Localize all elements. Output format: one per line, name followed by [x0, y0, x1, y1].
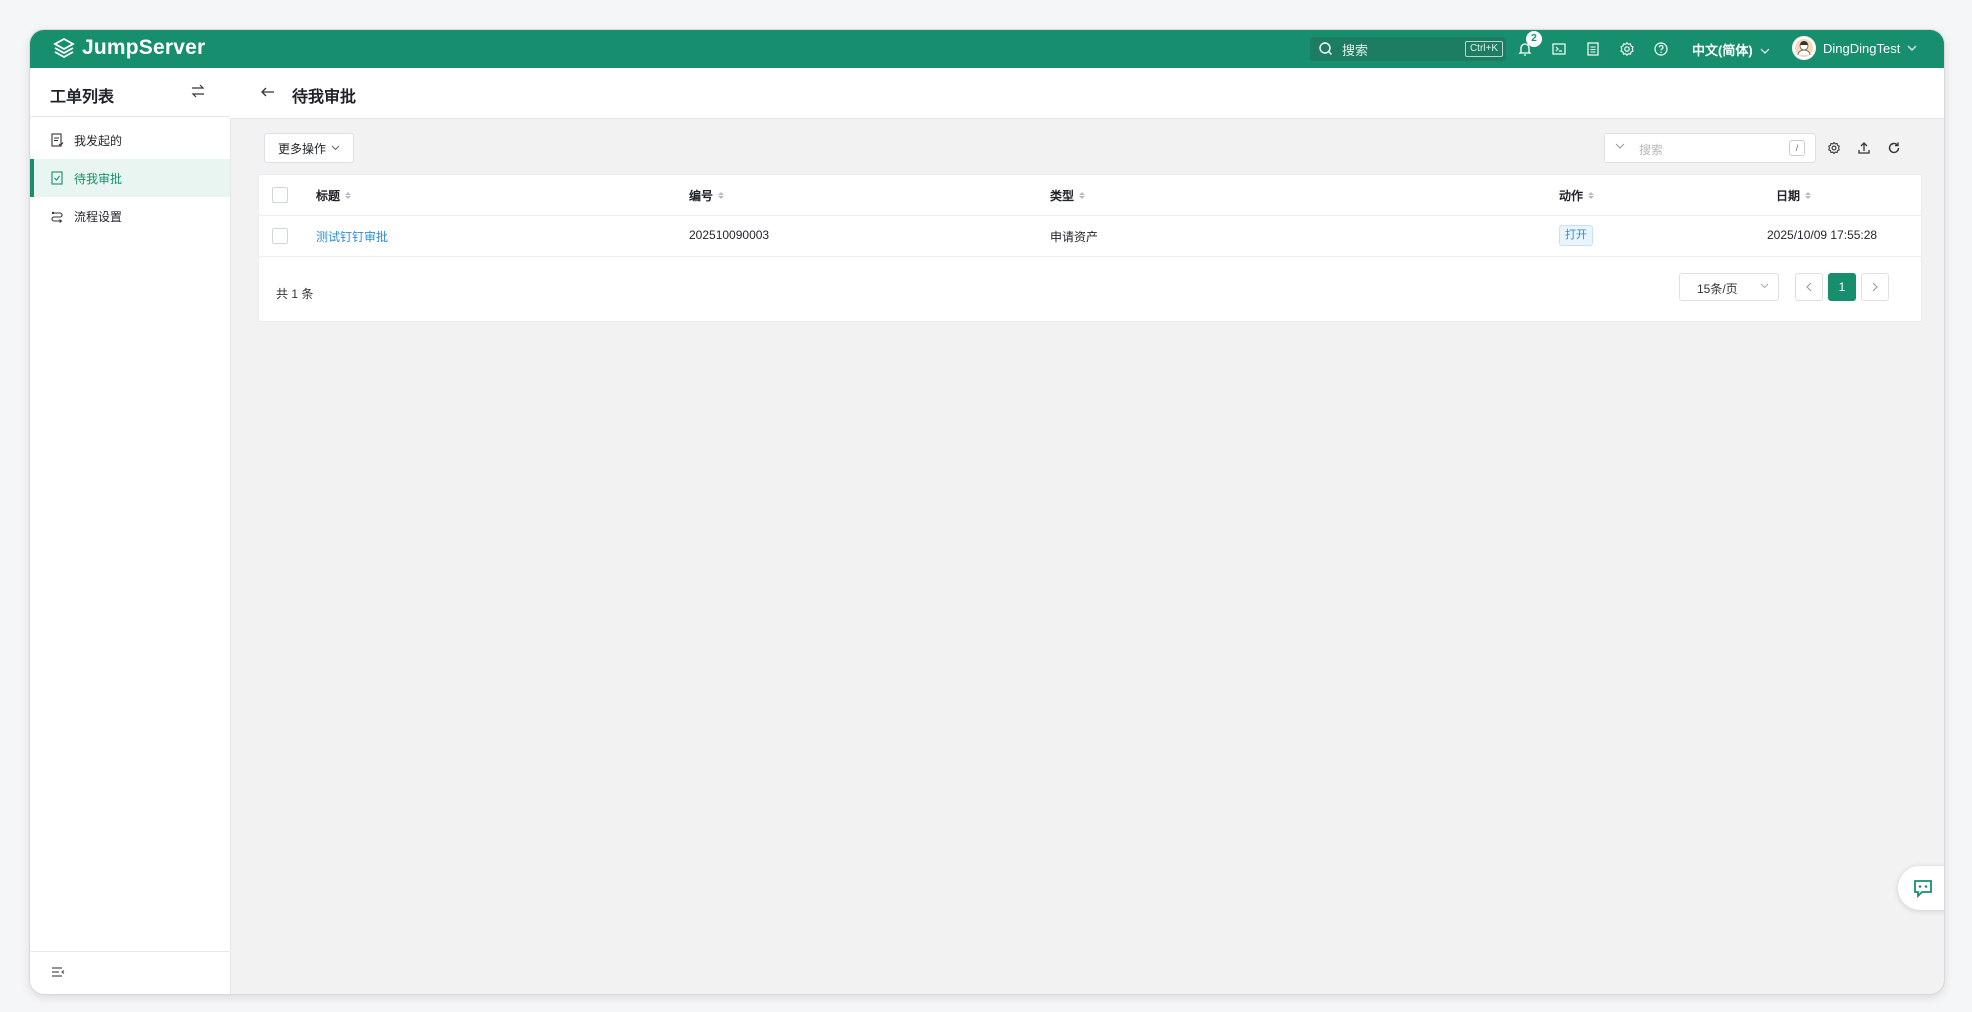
column-header-type[interactable]: 类型 [1050, 187, 1086, 204]
more-actions-label: 更多操作 [277, 141, 326, 156]
language-label: 中文(简体) [1692, 43, 1753, 58]
sidebar-item-pending-approval[interactable]: 待我审批 [30, 159, 230, 197]
chat-assistant-button[interactable] [1898, 866, 1944, 910]
ticket-action-cell: 打开 [1559, 225, 1593, 246]
chevron-down-icon [1760, 283, 1769, 289]
avatar [1792, 36, 1816, 60]
global-search[interactable]: 搜索 Ctrl+K [1310, 37, 1506, 61]
ticket-type: 申请资产 [1050, 230, 1099, 244]
sidebar-item-label: 我发起的 [74, 133, 123, 148]
swap-icon[interactable] [190, 83, 206, 99]
next-page-button[interactable] [1861, 273, 1889, 301]
action-open-tag[interactable]: 打开 [1559, 225, 1593, 246]
notification-badge: 2 [1526, 31, 1542, 47]
app-window: JumpServer 搜索 Ctrl+K 2 中文(简体) DingDingTe… [30, 30, 1944, 994]
global-search-placeholder: 搜索 [1342, 42, 1369, 58]
page-title: 待我审批 [292, 89, 357, 106]
sort-icon [718, 192, 725, 199]
terminal-icon[interactable] [1550, 40, 1568, 58]
column-header-label: 动作 [1559, 189, 1584, 203]
top-navbar: JumpServer 搜索 Ctrl+K 2 中文(简体) DingDingTe… [30, 30, 1944, 68]
app-name: JumpServer [82, 36, 206, 59]
column-header-date[interactable]: 日期 [1776, 187, 1812, 204]
chat-icon [1914, 880, 1932, 899]
help-icon[interactable] [1652, 40, 1670, 58]
column-header-label: 类型 [1050, 189, 1075, 203]
language-selector[interactable]: 中文(简体) [1692, 40, 1770, 59]
document-icon [51, 133, 64, 147]
table-row: 测试钉钉审批 202510090003 申请资产 打开 2025/10/09 1… [259, 216, 1921, 257]
table-search-input[interactable]: 搜索 / [1604, 133, 1816, 163]
ticket-title-link[interactable]: 测试钉钉审批 [316, 228, 388, 245]
collapse-menu-icon[interactable] [50, 965, 66, 981]
page-size-select[interactable]: 15条/页 [1679, 273, 1779, 301]
sidebar: 工单列表 我发起的 待我审批 流程设置 [30, 68, 231, 994]
export-icon[interactable] [1856, 140, 1872, 156]
username: DingDingTest [1823, 40, 1901, 56]
search-shortcut: Ctrl+K [1464, 41, 1503, 57]
sidebar-header: 工单列表 [30, 68, 230, 117]
column-settings-icon[interactable] [1826, 140, 1842, 156]
search-icon [1319, 42, 1332, 55]
approval-icon [51, 171, 63, 185]
select-all-checkbox[interactable] [272, 187, 288, 203]
more-actions-button[interactable]: 更多操作 [264, 133, 354, 163]
column-header-label: 标题 [316, 189, 341, 203]
table-header-row: 标题 编号 类型 动作 日期 [259, 175, 1921, 216]
chevron-left-icon [1806, 282, 1812, 292]
sidebar-title: 工单列表 [50, 89, 115, 106]
chevron-down-icon [331, 145, 340, 151]
column-header-title[interactable]: 标题 [316, 187, 352, 204]
column-header-label: 编号 [689, 189, 714, 203]
sort-icon [1588, 192, 1595, 199]
sidebar-item-flow-settings[interactable]: 流程设置 [30, 197, 230, 235]
back-arrow-icon[interactable] [260, 84, 276, 100]
total-count: 共 1 条 [276, 287, 314, 301]
logo[interactable]: JumpServer [52, 36, 205, 60]
column-header-label: 日期 [1776, 189, 1801, 203]
sidebar-footer [30, 951, 229, 994]
jumpserver-logo-icon [53, 37, 75, 59]
sidebar-item-label: 待我审批 [74, 171, 123, 186]
sort-icon [345, 192, 352, 199]
sort-icon [1805, 192, 1812, 199]
ticket-table: 标题 编号 类型 动作 日期 测试钉钉审批 202510090003 申请资产 … [258, 174, 1922, 322]
sidebar-item-my-requests[interactable]: 我发起的 [30, 121, 230, 159]
sidebar-item-label: 流程设置 [74, 209, 123, 224]
ticket-date: 2025/10/09 17:55:28 [1767, 228, 1878, 242]
ticket-number: 202510090003 [689, 228, 770, 242]
chevron-right-icon [1872, 282, 1878, 292]
table-search-placeholder: 搜索 [1639, 143, 1664, 157]
column-header-action[interactable]: 动作 [1559, 187, 1595, 204]
prev-page-button[interactable] [1795, 273, 1823, 301]
chevron-down-icon [1907, 45, 1917, 51]
column-header-number[interactable]: 编号 [689, 187, 725, 204]
chevron-down-icon [1760, 48, 1770, 54]
chevron-down-icon [1615, 143, 1625, 149]
page-size-label: 15条/页 [1697, 282, 1738, 296]
notes-icon[interactable] [1584, 40, 1602, 58]
settings-gear-icon[interactable] [1618, 40, 1636, 58]
row-checkbox[interactable] [272, 228, 288, 244]
content-header: 待我审批 [230, 68, 1944, 119]
flow-icon [51, 211, 63, 223]
search-shortcut-key: / [1789, 140, 1805, 156]
refresh-icon[interactable] [1886, 140, 1902, 156]
page-number-current[interactable]: 1 [1828, 273, 1856, 301]
sort-icon [1079, 192, 1086, 199]
user-menu[interactable]: DingDingTest [1792, 36, 1917, 60]
